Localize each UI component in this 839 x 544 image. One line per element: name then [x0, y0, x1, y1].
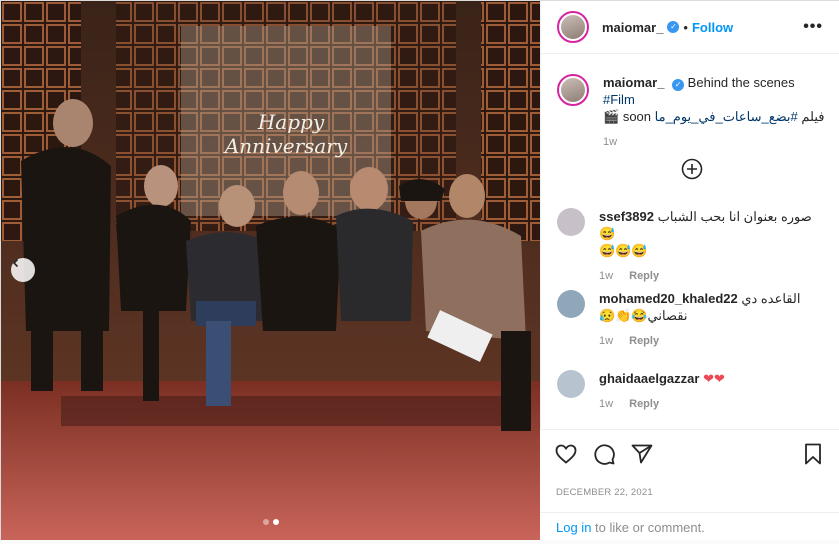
caption: maiomar_ ✓ Behind the scenes #Film فيلم … — [557, 74, 827, 151]
login-prompt: Log in to like or comment. — [540, 512, 839, 540]
caption-username[interactable]: maiomar_ — [603, 75, 664, 90]
hashtag-arabic[interactable]: #بضع_ساعات_في_يوم_ما — [655, 109, 798, 124]
share-icon — [631, 444, 653, 464]
heart-icon — [555, 444, 577, 464]
comment-emojis: 😅😅😅 — [599, 243, 648, 258]
caption-time: 1w — [603, 136, 618, 148]
comment-button[interactable] — [592, 442, 616, 466]
reply-button[interactable]: Reply — [629, 270, 659, 282]
neon-line-1: Happy — [257, 110, 325, 134]
caption-avatar[interactable] — [557, 74, 589, 106]
carousel-dots — [263, 519, 279, 525]
commenter-avatar[interactable] — [557, 370, 585, 398]
photo-scene: Happy Anniversary — [1, 1, 540, 540]
commenter-username[interactable]: mohamed20_khaled22 — [599, 291, 738, 306]
share-button[interactable] — [630, 442, 654, 466]
neon-line-2: Anniversary — [223, 134, 348, 158]
plus-circle-icon[interactable] — [681, 158, 703, 180]
more-options-icon[interactable]: ••• — [803, 18, 823, 36]
comment-item: mohamed20_khaled22 القاعده دي نقصاني😂👏😥 … — [557, 290, 827, 350]
reply-button[interactable]: Reply — [629, 335, 659, 347]
comment-time: 1w — [599, 335, 614, 347]
caption-text: Behind the scenes — [687, 75, 795, 90]
reply-button[interactable]: Reply — [629, 398, 659, 410]
post-card: Happy Anniversary maiomar_ ✓ • Follow ••… — [0, 0, 839, 540]
commenter-avatar[interactable] — [557, 208, 585, 236]
caption-text-ar: فيلم — [797, 109, 825, 124]
caption-text-soon: soon — [622, 109, 652, 124]
commenter-avatar[interactable] — [557, 290, 585, 318]
verified-icon: ✓ — [672, 79, 685, 91]
carousel-dot-active — [273, 519, 279, 525]
comment-text: القاعده دي — [741, 291, 801, 306]
comment-item: ghaidaaelgazzar ❤❤ 1w Reply — [557, 370, 827, 413]
comment-time: 1w — [599, 270, 614, 282]
like-button[interactable] — [554, 442, 578, 466]
post-date: DECEMBER 22, 2021 — [556, 487, 653, 498]
carousel-dot — [263, 519, 269, 525]
author-username[interactable]: maiomar_ — [602, 20, 663, 35]
comment-item: ssef3892 صوره بعنوان انا بحب الشباب 😅 😅😅… — [557, 208, 827, 285]
carousel-prev-button[interactable] — [11, 258, 35, 282]
follow-button[interactable]: Follow — [692, 20, 733, 35]
verified-icon: ✓ — [667, 21, 680, 33]
comment-text-2: نقصاني😂👏😥 — [599, 308, 688, 323]
clapper-icon: 🎬 — [603, 109, 620, 124]
header-separator: • — [683, 19, 688, 35]
comment-time: 1w — [599, 398, 614, 410]
comment-icon — [594, 444, 615, 465]
save-button[interactable] — [801, 442, 825, 466]
chevron-left-icon — [12, 258, 19, 268]
post-actions: DECEMBER 22, 2021 Log in to like or comm… — [540, 429, 839, 540]
author-avatar[interactable] — [557, 11, 589, 43]
hashtag-film[interactable]: #Film — [603, 92, 635, 107]
post-photo[interactable]: Happy Anniversary — [1, 1, 540, 540]
commenter-username[interactable]: ghaidaaelgazzar — [599, 371, 699, 386]
commenter-username[interactable]: ssef3892 — [599, 209, 654, 224]
login-link[interactable]: Log in — [556, 520, 591, 535]
post-header: maiomar_ ✓ • Follow ••• — [541, 1, 839, 54]
bookmark-icon — [805, 443, 821, 465]
comment-text: ❤❤ — [703, 371, 725, 386]
login-prompt-text: to like or comment. — [591, 520, 705, 535]
